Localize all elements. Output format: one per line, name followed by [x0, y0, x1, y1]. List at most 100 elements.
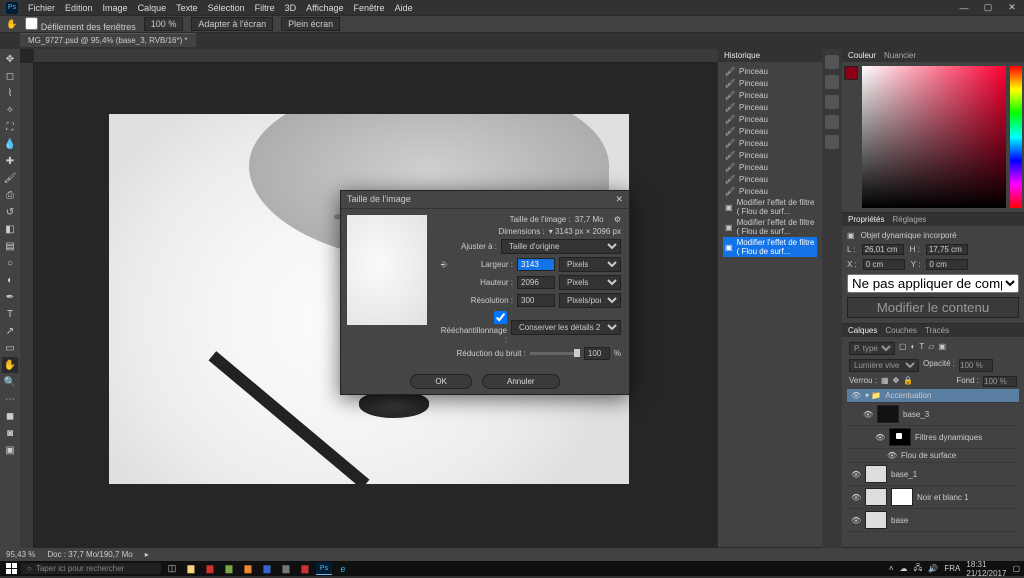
res-input[interactable] [517, 294, 555, 307]
close-button[interactable]: ✕ [1000, 0, 1024, 15]
path-tool[interactable]: ↗ [2, 323, 18, 339]
stamp-tool[interactable]: ⎙ [2, 187, 18, 203]
channels-tab[interactable]: Couches [885, 326, 917, 335]
visibility-icon[interactable]: 👁 [851, 391, 861, 400]
layer-name[interactable]: Flou de surface [901, 451, 956, 460]
history-item[interactable]: 🖌Pinceau [723, 77, 817, 89]
layer-row[interactable]: 👁 Noir et blanc 1 [847, 486, 1019, 509]
width-unit-select[interactable]: Pixels [559, 257, 621, 272]
filter-adj-icon[interactable]: ◐ [911, 342, 916, 355]
move-tool[interactable]: ✥ [2, 51, 18, 67]
layer-thumbnail[interactable] [889, 428, 911, 446]
layer-name[interactable]: Filtres dynamiques [915, 433, 982, 442]
dodge-tool[interactable]: ◐ [2, 272, 18, 288]
tray-clock[interactable]: 18:3121/12/2017 [966, 560, 1006, 578]
shape-tool[interactable]: ▭ [2, 340, 18, 356]
tray-lang[interactable]: FRA [944, 564, 960, 573]
height-input[interactable] [517, 276, 555, 289]
layer-name[interactable]: base_3 [903, 410, 929, 419]
crop-tool[interactable]: ⛶ [2, 119, 18, 135]
cancel-button[interactable]: Annuler [482, 374, 560, 389]
layer-thumbnail[interactable] [877, 405, 899, 423]
taskbar-app[interactable]: ▆ [240, 562, 256, 575]
visibility-icon[interactable]: 👁 [887, 451, 897, 460]
lock-position-icon[interactable]: ✥ [893, 376, 900, 387]
hand-tool[interactable]: ✋ [2, 357, 18, 373]
color-tab[interactable]: Couleur [848, 51, 876, 60]
prop-height-input[interactable] [926, 244, 968, 255]
menu-select[interactable]: Sélection [208, 3, 245, 13]
prop-y-input[interactable] [926, 259, 968, 270]
resample-check[interactable]: Rééchantillonnage : [441, 311, 507, 344]
layer-name[interactable]: base [891, 516, 908, 525]
history-item[interactable]: ▣Modifier l'effet de filtre ( Flou de su… [723, 197, 817, 217]
history-item[interactable]: 🖌Pinceau [723, 185, 817, 197]
heal-tool[interactable]: ✚ [2, 153, 18, 169]
ruler-vertical[interactable] [20, 63, 34, 548]
dock-icon[interactable] [825, 55, 839, 69]
dialog-close-icon[interactable]: ✕ [615, 194, 623, 205]
layer-filter-select[interactable]: P. type [849, 342, 895, 355]
history-item[interactable]: 🖌Pinceau [723, 161, 817, 173]
layers-tab[interactable]: Calques [848, 326, 877, 335]
prop-width-input[interactable] [862, 244, 904, 255]
res-unit-select[interactable]: Pixels/pouce [559, 293, 621, 308]
paths-tab[interactable]: Tracés [925, 326, 949, 335]
filter-img-icon[interactable]: ▢ [899, 342, 907, 355]
history-item[interactable]: 🖌Pinceau [723, 125, 817, 137]
pen-tool[interactable]: ✒ [2, 289, 18, 305]
dock-icon[interactable] [825, 135, 839, 149]
filter-smart-icon[interactable]: ▣ [938, 342, 946, 355]
history-tab[interactable]: Historique [724, 51, 760, 60]
layer-name[interactable]: Noir et blanc 1 [917, 493, 969, 502]
menu-file[interactable]: Fichier [28, 3, 55, 13]
current-color-swatch[interactable] [844, 66, 858, 80]
adjustments-tab[interactable]: Réglages [892, 215, 926, 224]
link-icon[interactable]: ⎆ [441, 260, 447, 270]
width-input[interactable] [517, 258, 555, 271]
opacity-input[interactable] [959, 359, 993, 372]
zoom-field[interactable]: 95,43 % [6, 550, 35, 559]
tray-volume-icon[interactable]: 🔊 [928, 564, 938, 573]
taskbar-photoshop[interactable]: Ps [316, 562, 332, 575]
maximize-button[interactable]: ▢ [976, 0, 1000, 15]
lasso-tool[interactable]: ⌇ [2, 85, 18, 101]
color-picker[interactable] [842, 62, 1024, 212]
menu-filter[interactable]: Filtre [255, 3, 275, 13]
lock-pixels-icon[interactable]: ▦ [881, 376, 889, 387]
menu-window[interactable]: Fenêtre [354, 3, 385, 13]
gradient-tool[interactable]: ▤ [2, 238, 18, 254]
eraser-tool[interactable]: ◧ [2, 221, 18, 237]
tray-cloud-icon[interactable]: ☁ [900, 564, 908, 573]
fullscreen-button[interactable]: Plein écran [281, 17, 340, 31]
layer-row[interactable]: 👁 Flou de surface [847, 449, 1019, 463]
layer-row[interactable]: 👁base [847, 509, 1019, 532]
tray-chevron-icon[interactable]: ˄ [889, 564, 894, 573]
layer-thumbnail[interactable] [865, 488, 887, 506]
hand-tool-icon[interactable]: ✋ [6, 19, 17, 30]
swatches-tab[interactable]: Nuancier [884, 51, 916, 60]
taskbar-app[interactable]: ▆ [297, 562, 313, 575]
mask-thumbnail[interactable] [891, 488, 913, 506]
history-item[interactable]: 🖌Pinceau [723, 173, 817, 185]
brush-tool[interactable]: 🖌 [2, 170, 18, 186]
layer-row[interactable]: 👁▾ 📁Accentuation [847, 389, 1019, 403]
tray-network-icon[interactable]: 🖧 [914, 562, 923, 576]
visibility-icon[interactable]: 👁 [851, 470, 861, 479]
taskbar-app[interactable]: ▆ [202, 562, 218, 575]
tray-notifications-icon[interactable]: ▢ [1012, 564, 1020, 573]
menu-view[interactable]: Affichage [306, 3, 343, 13]
blur-tool[interactable]: ○ [2, 255, 18, 271]
fill-input[interactable] [983, 376, 1017, 387]
layer-name[interactable]: base_1 [891, 470, 917, 479]
quickmask-toggle[interactable]: ◙ [2, 425, 18, 441]
taskbar-search[interactable]: ○Taper ici pour rechercher [21, 563, 161, 574]
fit-select[interactable]: Taille d'origine [501, 239, 621, 254]
noise-input[interactable] [584, 347, 610, 360]
scroll-windows-check[interactable]: Défilement des fenêtres [25, 17, 136, 32]
visibility-icon[interactable]: 👁 [851, 493, 861, 502]
minimize-button[interactable]: — [952, 0, 976, 15]
document-tab[interactable]: MG_9727.psd @ 95,4% (base_3, RVB/16*) * [20, 33, 196, 47]
history-brush-tool[interactable]: ↺ [2, 204, 18, 220]
marquee-tool[interactable]: ◻ [2, 68, 18, 84]
